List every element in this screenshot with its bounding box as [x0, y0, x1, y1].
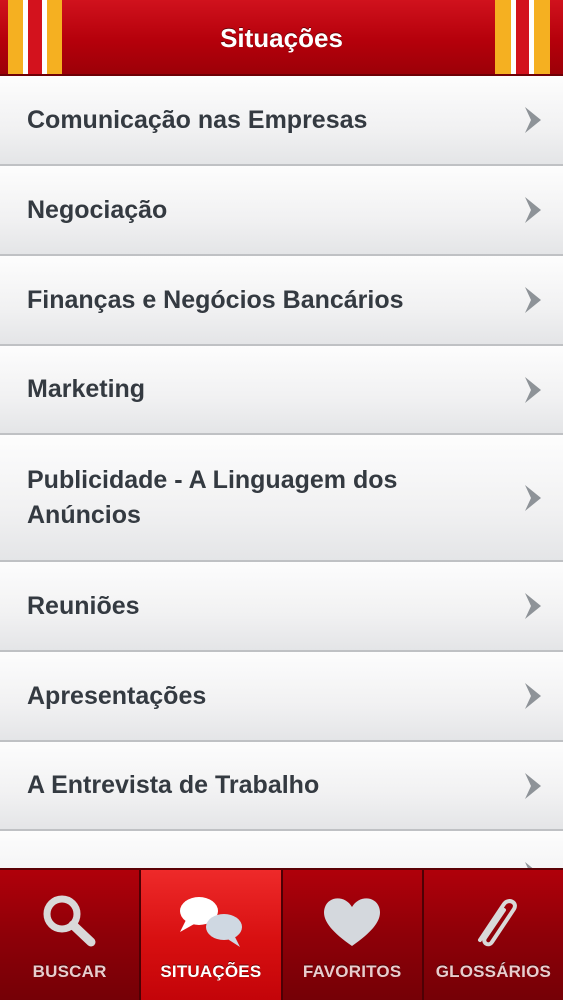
tab-buscar[interactable]: BUSCAR [0, 870, 142, 1000]
list-item[interactable]: Finanças e Negócios Bancários [0, 256, 563, 346]
tab-bar: BUSCAR SITUAÇÕES FAVORITOS GLOSSÁRIOS [0, 868, 563, 1000]
list-item-label: A Entrevista de Trabalho [27, 771, 320, 799]
tab-label: GLOSSÁRIOS [435, 962, 552, 981]
list-item-label: Publicidade - A Linguagem dos Anúncios [27, 465, 398, 529]
chevron-right-icon [525, 683, 541, 709]
list-item[interactable]: Negociação [0, 166, 563, 256]
magnifier-icon [43, 895, 96, 947]
chevron-right-icon [525, 862, 533, 868]
chevron-right-icon [525, 197, 541, 223]
speech-bubbles-icon [179, 897, 242, 947]
navigation-bar: Situações [0, 0, 563, 76]
list-item[interactable]: Marketing [0, 346, 563, 435]
chevron-right-icon [525, 287, 541, 313]
list-item[interactable]: A Entrevista de Trabalho [0, 742, 563, 831]
tab-label: SITUAÇÕES [160, 962, 262, 981]
list-item[interactable]: Reuniões [0, 562, 563, 652]
list-item[interactable]: Comunicação nas Empresas [0, 76, 563, 166]
list-item-label: Finanças e Negócios Bancários [27, 285, 404, 314]
list-item[interactable]: Publicidade - A Linguagem dos Anúncios [0, 435, 563, 562]
list-item-label: Negociação [27, 195, 168, 224]
list-item[interactable]: Apresentações [0, 652, 563, 742]
list-item[interactable] [0, 831, 563, 868]
heart-icon [324, 898, 381, 946]
chevron-right-icon [525, 107, 541, 133]
list-item-label: Reuniões [27, 591, 140, 620]
chevron-right-icon [525, 593, 541, 619]
tab-label: FAVORITOS [302, 962, 402, 981]
decorative-stripes-right [495, 0, 563, 74]
tab-situacoes[interactable]: SITUAÇÕES [141, 870, 283, 1000]
list-item-label: Marketing [27, 375, 146, 403]
tab-favoritos[interactable]: FAVORITOS [283, 870, 424, 1000]
tab-glossarios[interactable]: GLOSSÁRIOS [424, 870, 563, 1000]
chevron-right-icon [525, 376, 541, 403]
chevron-right-icon [525, 484, 541, 511]
page-title: Situações [220, 23, 343, 53]
situations-list: Comunicação nas Empresas Negociação Fina… [0, 76, 563, 868]
list-item-label: Apresentações [27, 681, 207, 710]
chevron-right-icon [525, 772, 541, 799]
paperclip-icon [478, 899, 518, 947]
list-item-label: Comunicação nas Empresas [27, 105, 368, 134]
tab-label: BUSCAR [32, 962, 107, 981]
